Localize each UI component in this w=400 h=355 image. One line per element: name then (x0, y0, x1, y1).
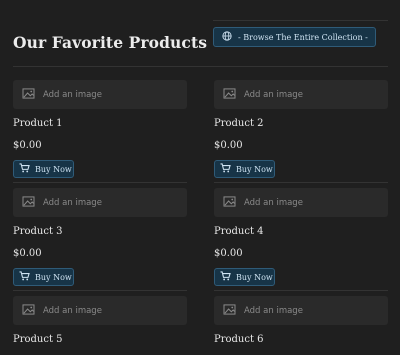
cart-icon (220, 163, 231, 175)
top-divider (213, 20, 388, 21)
product-card: Add an image Product 6 (214, 296, 388, 346)
product-name: Product 6 (214, 334, 264, 345)
row-divider (13, 182, 187, 183)
row-divider (214, 290, 388, 291)
image-icon (223, 195, 236, 210)
page-title: Our Favorite Products (13, 33, 208, 52)
product-name: Product 5 (13, 334, 63, 345)
image-placeholder[interactable]: Add an image (214, 296, 388, 325)
header-divider (13, 66, 388, 67)
image-icon (22, 195, 35, 210)
buy-now-button[interactable]: Buy Now (13, 160, 74, 178)
product-price: $0.00 (214, 248, 243, 259)
image-placeholder[interactable]: Add an image (13, 188, 187, 217)
buy-now-button[interactable]: Buy Now (214, 268, 275, 286)
row-divider (13, 290, 187, 291)
buy-now-label: Buy Now (236, 164, 273, 174)
buy-now-button[interactable]: Buy Now (13, 268, 74, 286)
row-divider (214, 182, 388, 183)
cart-icon (19, 271, 30, 283)
globe-icon (222, 31, 232, 43)
product-price: $0.00 (13, 140, 42, 151)
image-icon (22, 87, 35, 102)
image-placeholder[interactable]: Add an image (214, 188, 388, 217)
image-placeholder[interactable]: Add an image (13, 80, 187, 109)
image-placeholder-label: Add an image (43, 305, 102, 316)
product-card: Add an image Product 3 $0.00 Buy Now (13, 188, 187, 286)
buy-now-label: Buy Now (35, 164, 72, 174)
image-placeholder-label: Add an image (43, 197, 102, 208)
product-name: Product 1 (13, 118, 63, 129)
buy-now-button[interactable]: Buy Now (214, 160, 275, 178)
product-name: Product 3 (13, 226, 63, 237)
product-card: Add an image Product 5 (13, 296, 187, 346)
buy-now-label: Buy Now (236, 272, 273, 282)
product-price: $0.00 (214, 140, 243, 151)
image-placeholder-label: Add an image (43, 89, 102, 100)
buy-now-label: Buy Now (35, 272, 72, 282)
product-name: Product 2 (214, 118, 264, 129)
image-placeholder-label: Add an image (244, 197, 303, 208)
product-price: $0.00 (13, 248, 42, 259)
product-card: Add an image Product 4 $0.00 Buy Now (214, 188, 388, 286)
cart-icon (19, 163, 30, 175)
product-name: Product 4 (214, 226, 264, 237)
product-grid-page: Our Favorite Products - Browse The Entir… (0, 0, 400, 355)
image-placeholder[interactable]: Add an image (13, 296, 187, 325)
cart-icon (220, 271, 231, 283)
image-icon (22, 303, 35, 318)
image-placeholder[interactable]: Add an image (214, 80, 388, 109)
image-icon (223, 87, 236, 102)
browse-collection-label: - Browse The Entire Collection - (238, 32, 368, 42)
image-icon (223, 303, 236, 318)
browse-collection-button[interactable]: - Browse The Entire Collection - (213, 27, 376, 47)
product-card: Add an image Product 2 $0.00 Buy Now (214, 80, 388, 178)
header: Our Favorite Products (13, 33, 207, 52)
image-placeholder-label: Add an image (244, 89, 303, 100)
product-card: Add an image Product 1 $0.00 Buy Now (13, 80, 187, 178)
image-placeholder-label: Add an image (244, 305, 303, 316)
